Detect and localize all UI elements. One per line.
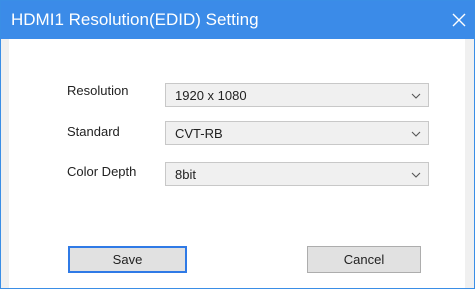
color-depth-value: 8bit <box>175 167 196 182</box>
dialog-title: HDMI1 Resolution(EDID) Setting <box>11 10 259 29</box>
close-button[interactable] <box>444 1 474 39</box>
chevron-down-icon <box>411 131 421 137</box>
color-depth-select[interactable]: 8bit <box>165 162 429 186</box>
chevron-down-icon <box>411 172 421 178</box>
hdmi-edid-dialog: HDMI1 Resolution(EDID) Setting Resolutio… <box>0 0 475 289</box>
resolution-select[interactable]: 1920 x 1080 <box>165 83 429 107</box>
standard-select[interactable]: CVT-RB <box>165 121 429 145</box>
resolution-value: 1920 x 1080 <box>175 88 247 103</box>
standard-value: CVT-RB <box>175 126 223 141</box>
chevron-down-icon <box>411 93 421 99</box>
save-button[interactable]: Save <box>68 246 187 273</box>
color-depth-label: Color Depth <box>67 164 137 179</box>
title-bar[interactable]: HDMI1 Resolution(EDID) Setting <box>1 1 474 39</box>
close-icon <box>452 13 466 27</box>
standard-label: Standard <box>67 124 120 139</box>
resolution-label: Resolution <box>67 83 129 98</box>
cancel-button[interactable]: Cancel <box>307 246 421 273</box>
